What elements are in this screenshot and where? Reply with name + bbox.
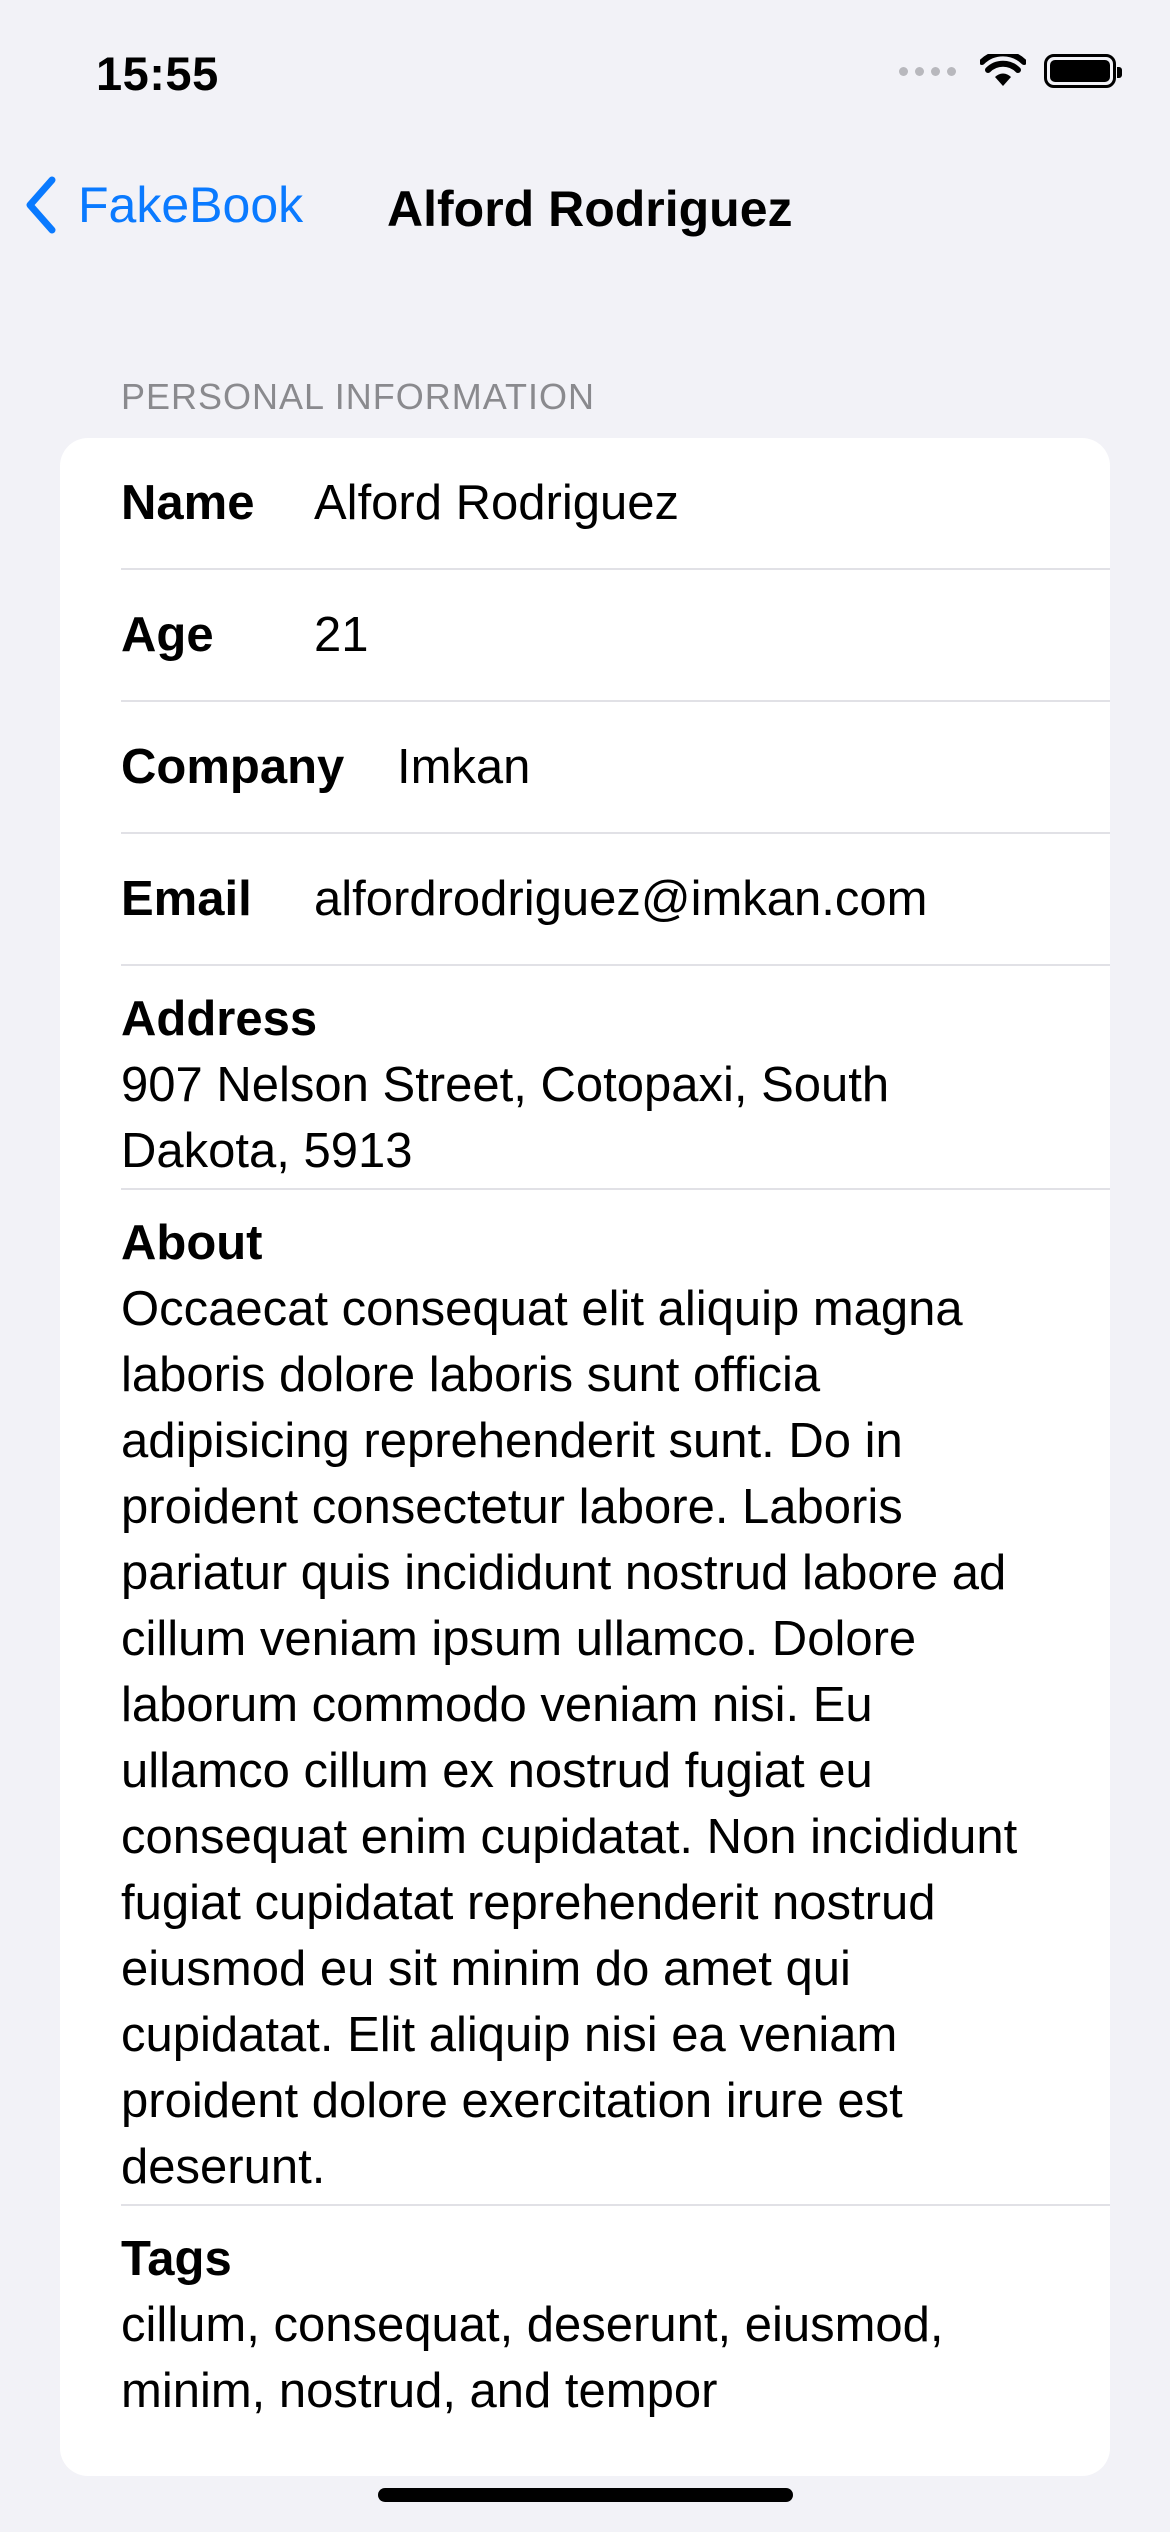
cellular-signal-icon <box>899 66 956 76</box>
battery-icon <box>1044 54 1122 88</box>
home-indicator[interactable] <box>378 2488 793 2502</box>
section-header: PERSONAL INFORMATION <box>121 376 596 417</box>
row-about: About Occaecat consequat elit aliquip ma… <box>121 1190 1110 2206</box>
row-label: Name <box>121 476 255 530</box>
personal-info-card: Name Alford Rodriguez Age 21 Company Imk… <box>60 438 1110 2476</box>
row-name: Name Alford Rodriguez <box>121 438 1110 570</box>
row-value: alfordrodriguez@imkan.com <box>314 872 928 926</box>
row-email: Email alfordrodriguez@imkan.com <box>121 834 1110 966</box>
row-label: Address <box>121 992 318 1046</box>
row-value: 21 <box>314 608 369 662</box>
row-label: Age <box>121 608 214 662</box>
row-label: Email <box>121 872 252 926</box>
row-age: Age 21 <box>121 570 1110 702</box>
nav-title: Alford Rodriguez <box>387 181 793 237</box>
chevron-left-icon <box>26 176 56 234</box>
row-value: 907 Nelson Street, Cotopaxi, South Dakot… <box>121 1058 890 1178</box>
row-label: Tags <box>121 2232 232 2286</box>
row-label: Company <box>121 740 345 794</box>
row-label: About <box>121 1216 263 1270</box>
row-tags: Tags cillum, consequat, deserunt, eiusmo… <box>121 2206 1110 2476</box>
row-company: Company Imkan <box>121 702 1110 834</box>
row-value: Imkan <box>397 740 531 794</box>
row-value: cillum, consequat, deserunt, eiusmod, mi… <box>121 2298 944 2418</box>
status-time: 15:55 <box>96 47 219 100</box>
row-address: Address 907 Nelson Street, Cotopaxi, Sou… <box>121 966 1110 1190</box>
row-value: Alford Rodriguez <box>314 476 679 530</box>
back-button[interactable]: FakeBook <box>24 176 303 234</box>
status-icons <box>899 54 1122 88</box>
row-value: Occaecat consequat elit aliquip magna la… <box>121 1282 1018 2194</box>
wifi-icon <box>980 54 1026 86</box>
back-button-label: FakeBook <box>78 177 304 233</box>
